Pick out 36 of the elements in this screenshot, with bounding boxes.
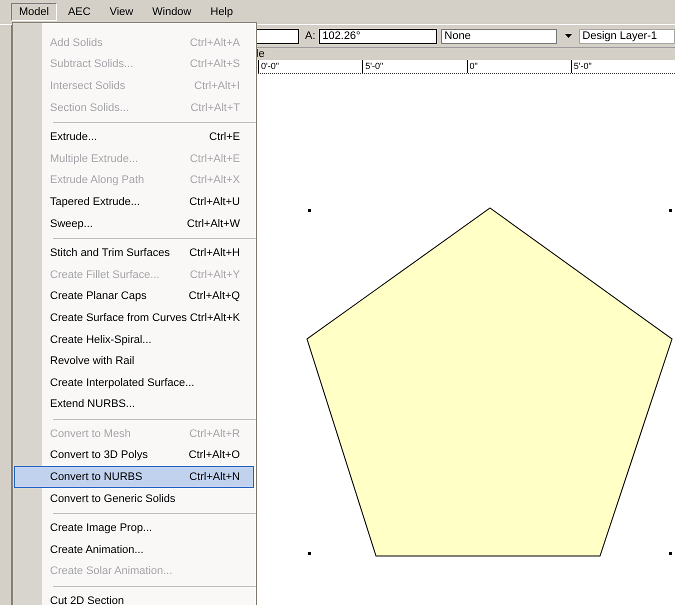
menu-item[interactable]: Extend NURBS... — [14, 394, 254, 416]
menu-bar-item[interactable]: Help — [202, 3, 241, 21]
selection-handle[interactable] — [308, 552, 311, 555]
menu-bar-item[interactable]: View — [102, 3, 142, 21]
ruler-label: 0'-0" — [258, 60, 362, 73]
class-dropdown[interactable]: None — [441, 28, 558, 44]
menu-bar-item[interactable]: Window — [144, 3, 200, 21]
ruler-label: 5'-0" — [570, 60, 675, 73]
selection-handle[interactable] — [669, 552, 672, 555]
menu-item[interactable]: Cut 2D Section — [14, 590, 254, 605]
menu-item[interactable]: Create Helix-Spiral... — [14, 328, 254, 350]
pentagon-shape[interactable] — [306, 207, 673, 556]
menu-bar-item[interactable]: Model — [11, 3, 57, 21]
menu-item[interactable]: Revolve with Rail — [14, 350, 254, 372]
menu-item[interactable]: Create Animation... — [14, 539, 254, 561]
input-field[interactable] — [255, 28, 299, 44]
angle-label: A: — [305, 30, 316, 42]
menu-item[interactable]: Create Surface from Curves Ctrl+Alt+K — [14, 307, 254, 329]
menu-item[interactable]: Tapered Extrude... Ctrl+Alt+U — [14, 191, 254, 213]
selection-handle[interactable] — [669, 209, 672, 212]
caret-icon — [564, 34, 572, 38]
selection-handle[interactable] — [308, 209, 311, 212]
menu-item[interactable]: Create Interpolated Surface... — [14, 372, 254, 394]
menu-item[interactable]: Stitch and Trim Surfaces Ctrl+Alt+H — [14, 242, 254, 264]
angle-field[interactable]: 102.26° — [319, 28, 438, 44]
ruler-label: 5'-0" — [362, 60, 466, 73]
menu-item[interactable]: Convert to 3D Polys Ctrl+Alt+O — [14, 444, 254, 466]
menu-bar-item[interactable]: AEC — [60, 3, 99, 21]
menu-item[interactable]: Create Image Prop... — [14, 517, 254, 540]
menu-item[interactable]: Create Planar Caps Ctrl+Alt+Q — [14, 286, 254, 308]
menu-item[interactable]: Convert to NURBS Ctrl+Alt+N — [14, 466, 254, 488]
menu-item[interactable]: Extrude... Ctrl+E — [14, 126, 254, 148]
menu-item[interactable]: Convert to Generic Solids — [14, 488, 254, 510]
ruler-label: 0" — [466, 60, 571, 73]
menu-item[interactable]: Sweep... Ctrl+Alt+W — [14, 212, 254, 234]
layer-dropdown[interactable]: Design Layer-1 — [579, 28, 675, 44]
